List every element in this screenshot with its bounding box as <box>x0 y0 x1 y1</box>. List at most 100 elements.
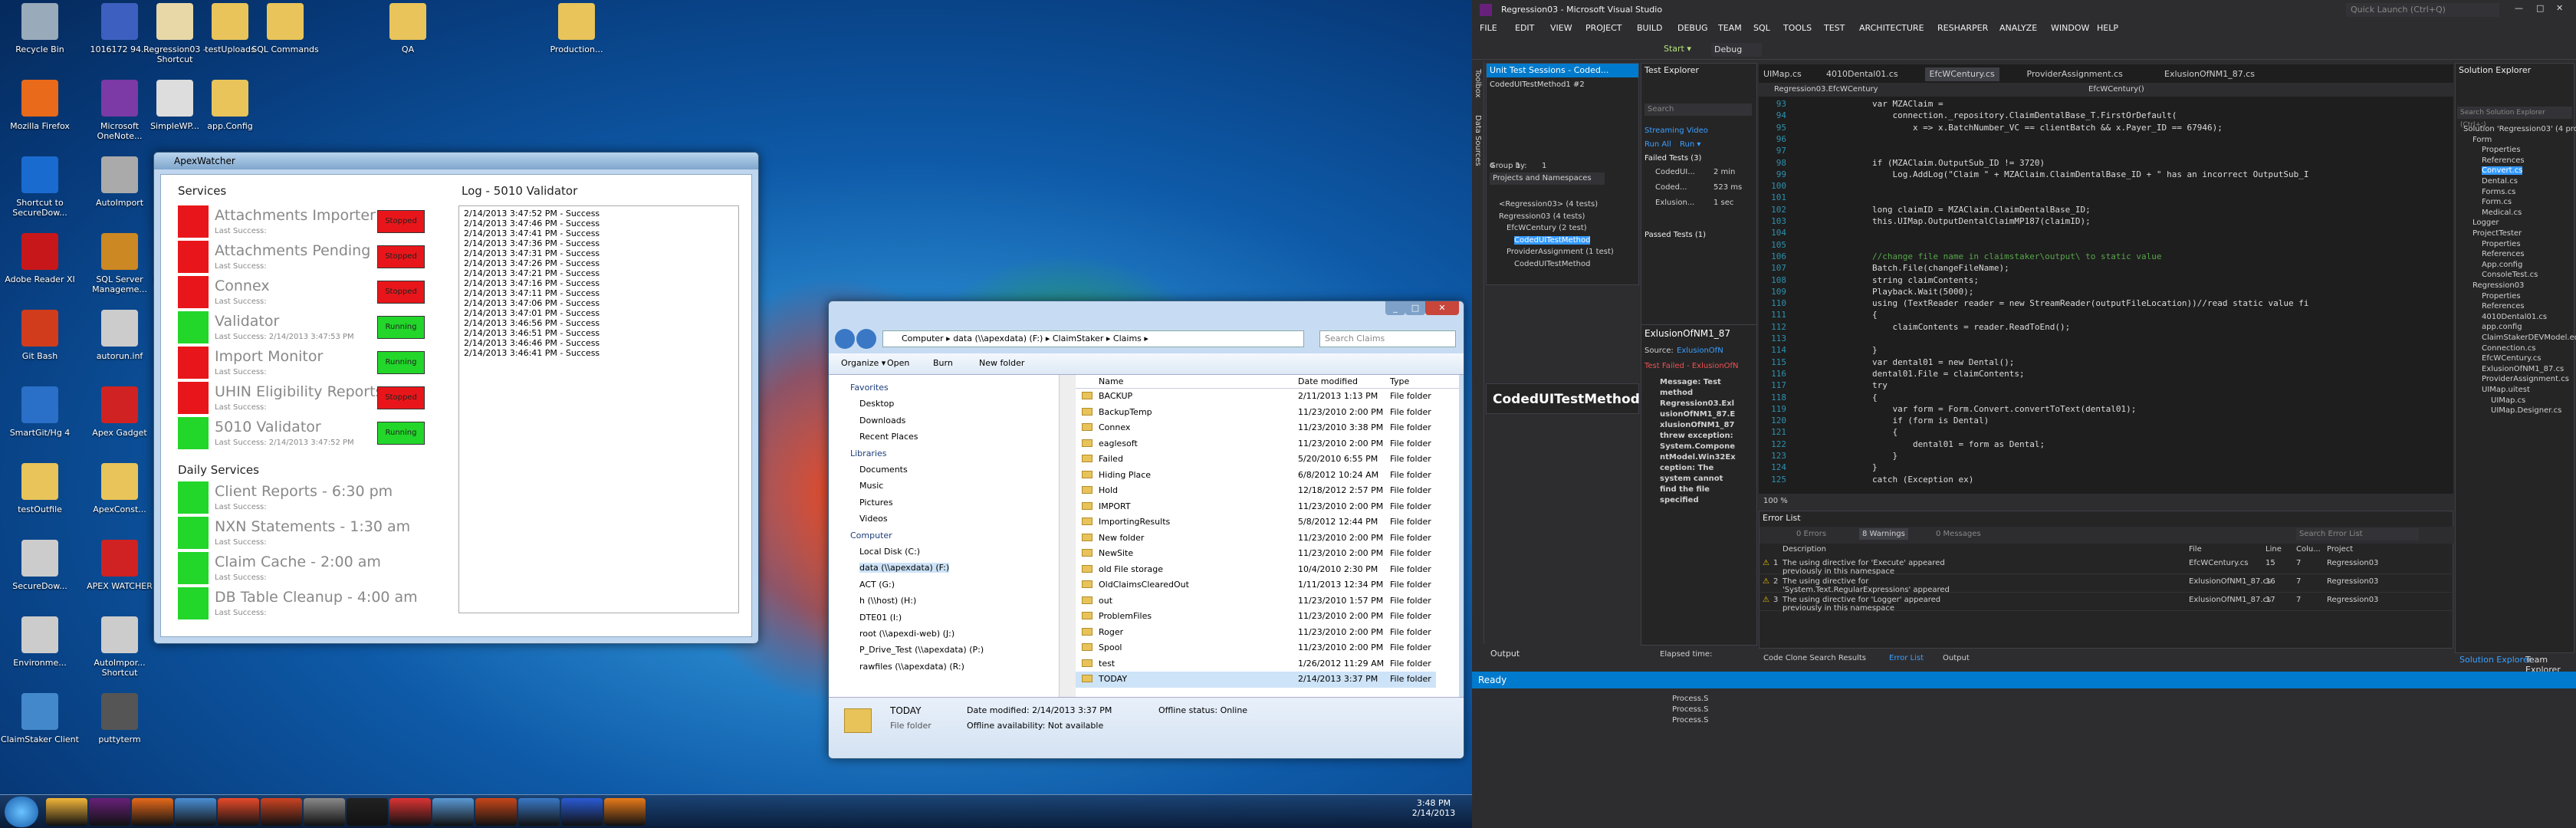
service-toggle-button[interactable]: Stopped <box>377 245 425 268</box>
vs-menu-item[interactable]: SQL <box>1753 23 1770 33</box>
desktop-icon[interactable]: puttyterm <box>80 690 159 767</box>
desktop-icon[interactable]: Environme... <box>0 613 80 690</box>
solution-tree-item[interactable]: Form <box>2472 136 2492 144</box>
error-row[interactable]: ⚠ 1 The using directive for 'Execute' appe… <box>1760 557 2454 576</box>
run-all-link[interactable]: Run All <box>1644 140 1671 149</box>
nav-item[interactable]: Music <box>859 481 883 491</box>
stack-item[interactable]: Process.S <box>1672 695 1708 703</box>
vs-menu-item[interactable]: WINDOW <box>2051 23 2089 33</box>
file-row[interactable]: eaglesoft 11/23/2010 2:00 PM File folder <box>1076 436 1436 452</box>
nav-item[interactable]: Videos <box>859 514 888 524</box>
column-header[interactable]: Name <box>1099 375 1123 389</box>
se-search-input[interactable]: Search Solution Explorer (Ctrl+;) <box>2457 107 2572 129</box>
nav-item[interactable]: Local Disk (C:) <box>859 547 920 557</box>
vs-menu-item[interactable]: DEBUG <box>1677 23 1708 33</box>
nav-item[interactable]: DTE01 (I:) <box>859 613 902 623</box>
solution-tree-item[interactable]: UIMap.uitest <box>2482 386 2530 394</box>
error-row[interactable]: ⚠ 3 The using directive for 'Logger' appea… <box>1760 594 2454 613</box>
start-button[interactable] <box>5 797 38 827</box>
nav-item[interactable]: P_Drive_Test (\\apexdata) (P:) <box>859 645 984 655</box>
file-row[interactable]: TODAY 2/14/2013 3:37 PM File folder <box>1076 672 1436 688</box>
file-row[interactable]: BACKUP 2/11/2013 1:13 PM File folder <box>1076 389 1436 405</box>
code-editor[interactable]: UIMap.cs 4010Dental01.cs EfcWCentury.cs Pro… <box>1759 64 2453 509</box>
vs-menu-item[interactable]: TEST <box>1824 23 1845 33</box>
desktop-icon[interactable]: Mozilla Firefox <box>0 77 80 153</box>
bottom-tab[interactable]: Code Clone Search Results <box>1763 654 1866 662</box>
error-column-header[interactable]: Colu... <box>2296 545 2321 554</box>
close-button[interactable]: ✕ <box>1425 301 1459 315</box>
taskbar-app-icon[interactable] <box>304 798 345 826</box>
breadcrumb-item[interactable]: ClaimStaker <box>1053 334 1104 343</box>
desktop-icon[interactable]: SecureDow... <box>0 537 80 613</box>
unit-test-item[interactable]: 1 <box>1516 162 1520 170</box>
breadcrumb-item[interactable]: data (\\apexdata) (F:) <box>953 334 1043 343</box>
solution-tree-item[interactable]: ProviderAssignment.cs <box>2482 375 2569 383</box>
unit-test-item[interactable]: 4 <box>1490 162 1494 170</box>
solution-tree-item[interactable]: Connection.cs <box>2482 344 2535 353</box>
desktop-icon[interactable]: Apex Gadget <box>80 383 159 460</box>
forward-icon[interactable] <box>856 329 876 349</box>
close-button[interactable]: ✕ <box>2556 3 2563 13</box>
file-row[interactable]: Hold 12/18/2012 2:57 PM File folder <box>1076 483 1436 499</box>
solution-tree-item[interactable]: Form.cs <box>2482 198 2512 206</box>
vs-menu-item[interactable]: RESHARPER <box>1937 23 1988 33</box>
nav-member[interactable]: EfcWCentury() <box>2088 83 2144 97</box>
file-row[interactable]: BackupTemp 11/23/2010 2:00 PM File folder <box>1076 405 1436 421</box>
file-row[interactable]: old File storage 10/4/2010 2:30 PM File fo… <box>1076 562 1436 578</box>
solution-tree-item[interactable]: Properties <box>2482 146 2521 154</box>
vs-menu-item[interactable]: EDIT <box>1515 23 1534 33</box>
minimize-button[interactable]: — <box>2515 3 2523 13</box>
test-search-input[interactable]: Search <box>1644 104 1752 116</box>
nav-item[interactable]: rawfiles (\\apexdata) (R:) <box>859 662 964 672</box>
start-debug-button[interactable]: Start ▾ <box>1664 44 1691 54</box>
editor-tab[interactable]: EfcWCentury.cs <box>1924 67 1999 81</box>
vs-menu-item[interactable]: VIEW <box>1550 23 1572 33</box>
file-row[interactable]: test 1/26/2012 11:29 AM File folder <box>1076 656 1436 672</box>
back-icon[interactable] <box>835 329 855 349</box>
unit-test-item[interactable]: 1 <box>1542 162 1546 170</box>
solution-tree-item[interactable]: Regression03 <box>2472 281 2524 290</box>
error-column-header[interactable]: Description <box>1783 545 1826 554</box>
nav-item[interactable]: Documents <box>859 465 908 475</box>
bottom-tab[interactable]: Error List <box>1889 654 1924 662</box>
output-tab[interactable]: Output <box>1486 649 1639 662</box>
toolbar-button[interactable]: New folder <box>979 358 1024 368</box>
apexwatcher-titlebar[interactable]: ApexWatcher <box>154 153 758 169</box>
service-toggle-button[interactable]: Running <box>377 422 425 445</box>
solution-tree-item[interactable]: ExlusionOfNM1_87.cs <box>2482 365 2564 373</box>
toolbox-tab[interactable]: Toolbox <box>1474 69 1482 98</box>
vs-menu-item[interactable]: FILE <box>1480 23 1497 33</box>
taskbar-app-icon[interactable] <box>46 798 87 826</box>
desktop-icon[interactable]: SmartGit/Hg 4 <box>0 383 80 460</box>
desktop-icon[interactable]: AutoImpor... Shortcut <box>80 613 159 690</box>
desktop-icon[interactable]: ApexConst... <box>80 460 159 537</box>
desktop-icon[interactable]: ClaimStaker Client <box>0 690 80 767</box>
nav-item[interactable]: Desktop <box>859 399 894 409</box>
solution-tree-item[interactable]: ClaimStakerDEVModel.edmx <box>2482 334 2576 342</box>
unit-test-item[interactable]: <Regression03> (4 tests) <box>1499 200 1598 209</box>
solution-tree-item[interactable]: ConsoleTest.cs <box>2482 271 2538 279</box>
service-toggle-button[interactable]: Running <box>377 351 425 374</box>
desktop-icon[interactable]: autorun.inf <box>80 307 159 383</box>
search-input[interactable]: Search Claims <box>1319 330 1456 347</box>
data-sources-tab[interactable]: Data Sources <box>1474 115 1482 166</box>
nav-item[interactable]: Recent Places <box>859 432 918 442</box>
file-row[interactable]: NewSite 11/23/2010 2:00 PM File folder <box>1076 546 1436 562</box>
log-listbox[interactable]: 2/14/2013 3:47:52 PM - Success 2/14/2013 … <box>458 205 739 613</box>
editor-tab[interactable]: UIMap.cs <box>1759 67 1806 81</box>
passed-tests-header[interactable]: Passed Tests (1) <box>1644 231 1706 239</box>
taskbar-app-icon[interactable] <box>432 798 474 826</box>
file-row[interactable]: Roger 11/23/2010 2:00 PM File folder <box>1076 625 1436 641</box>
solution-tree-item[interactable]: References <box>2482 156 2525 165</box>
nav-item[interactable]: root (\\apexdi-web) (J:) <box>859 629 955 639</box>
nav-class[interactable]: Regression03.EfcWCentury <box>1774 83 1878 97</box>
solution-tree-item[interactable]: Properties <box>2482 240 2521 248</box>
service-toggle-button[interactable]: Running <box>377 316 425 339</box>
stack-item[interactable]: Process.S <box>1672 705 1708 714</box>
desktop-icon[interactable]: SQL Commands <box>245 0 325 77</box>
solution-tree-item[interactable]: app.config <box>2482 323 2522 331</box>
vs-titlebar[interactable]: Regression03 - Microsoft Visual Studio Q… <box>1472 0 2576 20</box>
vs-menu-item[interactable]: PROJECT <box>1585 23 1622 33</box>
nav-item[interactable]: h (\\host) (H:) <box>859 596 916 606</box>
apexwatcher-window[interactable]: ApexWatcher Services Attachments Importe… <box>153 152 759 644</box>
